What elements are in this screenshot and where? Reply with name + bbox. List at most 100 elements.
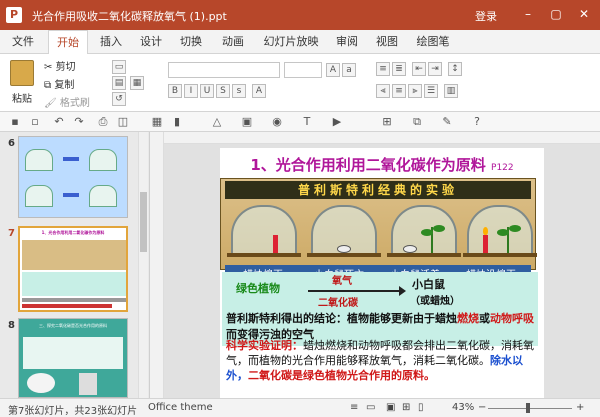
maximize-icon[interactable]: ▢: [546, 4, 566, 24]
strikethrough-icon[interactable]: S: [216, 84, 230, 98]
oxygen-label: 氧气: [332, 276, 352, 287]
shadow-icon[interactable]: s: [232, 84, 246, 98]
shrink-font-icon[interactable]: a: [342, 63, 356, 77]
cut-button[interactable]: ✂ 剪切: [44, 58, 76, 73]
tab-home[interactable]: 开始: [48, 30, 88, 55]
thumb-arrow: [63, 157, 79, 161]
leaf-icon: [497, 229, 509, 236]
new-slide-icon[interactable]: ▭: [112, 60, 126, 74]
tab-review[interactable]: 审阅: [330, 30, 364, 54]
jar-base: [227, 253, 301, 257]
underline-icon[interactable]: U: [200, 84, 214, 98]
italic-icon[interactable]: I: [184, 84, 198, 98]
video-icon[interactable]: ▶: [330, 115, 344, 129]
preview-icon[interactable]: ◫: [116, 115, 130, 129]
horizontal-ruler: [164, 132, 600, 144]
bullets-icon[interactable]: ≡: [376, 62, 390, 76]
hyperlink-icon[interactable]: ⧉: [410, 115, 424, 129]
slide-thumbnail-7[interactable]: 1、光合作用利用二氧化碳作为原料: [18, 226, 128, 312]
thumb-green-box: [22, 272, 126, 296]
font-color-icon[interactable]: A: [252, 84, 266, 98]
decrease-indent-icon[interactable]: ⇤: [412, 62, 426, 76]
tab-insert[interactable]: 插入: [94, 30, 128, 54]
thumb-jar: [79, 373, 97, 395]
conclusion-highlight: 动物呼吸: [490, 312, 534, 325]
proof-red: 二氧化碳是绿色植物光合作用的原料。: [248, 369, 435, 382]
save-icon[interactable]: ▪: [8, 115, 22, 129]
slide-number: 8: [8, 320, 15, 331]
thumb-picture: [22, 240, 126, 270]
table-icon[interactable]: ▦: [150, 115, 164, 129]
thumb-dish: [27, 373, 55, 393]
section-icon[interactable]: ▦: [130, 76, 144, 90]
thumb-arrow: [63, 193, 79, 197]
login-link[interactable]: 登录: [475, 8, 497, 24]
line-spacing-icon[interactable]: ↕: [448, 62, 462, 76]
paste-button[interactable]: 粘贴: [12, 90, 32, 105]
close-icon[interactable]: ✕: [574, 4, 594, 24]
thumb-jar: [25, 149, 53, 171]
align-left-icon[interactable]: ⫷: [376, 84, 390, 98]
scrollbar-thumb[interactable]: [140, 192, 147, 252]
tab-pen[interactable]: 绘图笔: [410, 30, 456, 54]
help-icon[interactable]: ?: [470, 115, 484, 129]
zoom-slider[interactable]: [488, 408, 572, 409]
minimize-icon[interactable]: –: [518, 4, 538, 24]
page-reference: P122: [491, 163, 514, 173]
columns-icon[interactable]: ▥: [444, 84, 458, 98]
tab-design[interactable]: 设计: [134, 30, 168, 54]
zoom-out-icon[interactable]: −: [478, 402, 486, 413]
textbox-icon[interactable]: T: [300, 115, 314, 129]
justify-icon[interactable]: ☰: [424, 84, 438, 98]
reading-view-icon[interactable]: ▯: [418, 402, 424, 413]
zoom-in-icon[interactable]: +: [576, 402, 584, 413]
undo-icon[interactable]: ↶: [52, 115, 66, 129]
thumbnail-scrollbar[interactable]: [138, 132, 148, 398]
thumb-jar: [25, 185, 53, 207]
image-icon[interactable]: ▣: [240, 115, 254, 129]
slide-thumbnail-8[interactable]: 三、探究二氧化碳是否光合作用的原料: [18, 318, 128, 398]
slide-thumbnail-6[interactable]: [18, 136, 128, 218]
redo-icon[interactable]: ↷: [72, 115, 86, 129]
font-family-select[interactable]: [168, 62, 280, 78]
camera-icon[interactable]: ◉: [270, 115, 284, 129]
sorter-view-icon[interactable]: ⊞: [402, 402, 410, 413]
open-icon[interactable]: ▫: [28, 115, 42, 129]
comments-icon[interactable]: ▭: [366, 402, 375, 413]
font-size-select[interactable]: [284, 62, 322, 78]
experiment-picture: 普利斯特利经典的实验 蜡烛熄灭 小白鼠死亡 小白鼠活着 蜡烛没熄灭: [220, 178, 537, 281]
numbering-icon[interactable]: ≣: [392, 62, 406, 76]
ribbon: 粘贴 ✂ 剪切 ⧉ 复制 🖌 格式刷 ▭ ▤ ↺ ▦ A a B I U S s…: [0, 54, 600, 112]
conclusion-part: 普利斯特利得出的结论：植物能够更新由于蜡烛: [226, 312, 457, 325]
thumb-text-block: [23, 337, 123, 369]
tab-animations[interactable]: 动画: [216, 30, 250, 54]
normal-view-icon[interactable]: ▣: [386, 402, 395, 413]
shape-icon[interactable]: △: [210, 115, 224, 129]
grow-font-icon[interactable]: A: [326, 63, 340, 77]
notes-icon[interactable]: ≡: [350, 402, 358, 413]
current-slide[interactable]: 1、光合作用利用二氧化碳作为原料 P122 普利斯特利经典的实验 蜡烛熄灭 小白…: [220, 148, 544, 398]
chart-icon[interactable]: ▮: [170, 115, 184, 129]
zoom-level[interactable]: 43%: [452, 402, 474, 413]
print-icon[interactable]: ⎙: [96, 115, 110, 129]
thumb-jar: [89, 149, 117, 171]
zoom-slider-knob[interactable]: [526, 403, 530, 413]
copy-button[interactable]: ⧉ 复制: [44, 76, 74, 91]
tab-view[interactable]: 视图: [370, 30, 404, 54]
align-center-icon[interactable]: ≡: [392, 84, 406, 98]
slide-title-text: 1、光合作用利用二氧化碳作为原料: [250, 156, 486, 174]
tab-file[interactable]: 文件: [6, 30, 40, 54]
increase-indent-icon[interactable]: ⇥: [428, 62, 442, 76]
tab-slideshow[interactable]: 幻灯片放映: [258, 30, 324, 54]
grid-icon[interactable]: ⊞: [380, 115, 394, 129]
exchange-arrow: [308, 286, 406, 296]
format-painter-button[interactable]: 🖌 格式刷: [44, 94, 90, 109]
layout-icon[interactable]: ▤: [112, 76, 126, 90]
paste-icon[interactable]: [10, 60, 34, 86]
tab-transitions[interactable]: 切换: [174, 30, 208, 54]
align-right-icon[interactable]: ⫸: [408, 84, 422, 98]
reset-icon[interactable]: ↺: [112, 92, 126, 106]
candle-icon: [273, 235, 278, 253]
bold-icon[interactable]: B: [168, 84, 182, 98]
comment-icon[interactable]: ✎: [440, 115, 454, 129]
